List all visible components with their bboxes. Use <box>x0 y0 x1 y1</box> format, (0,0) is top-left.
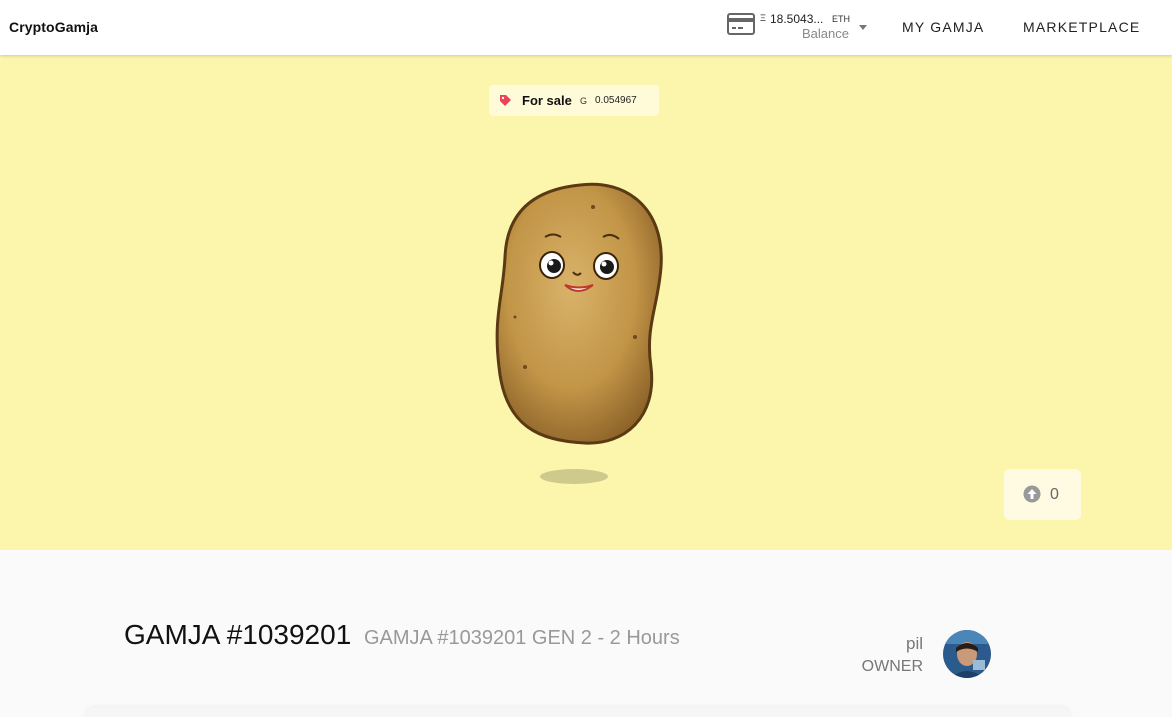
upvote-count: 0 <box>1050 486 1059 503</box>
gamja-currency-symbol: G <box>580 96 588 106</box>
balance-label: Balance <box>802 26 849 41</box>
upvote-button[interactable]: 0 <box>1004 469 1081 520</box>
tag-icon <box>500 95 511 106</box>
nav-marketplace-button[interactable]: MARKETPLACE <box>1023 19 1140 35</box>
balance-amount: 18.5043... <box>770 12 824 26</box>
balance-unit: ETH <box>832 14 850 24</box>
caret-down-icon <box>859 25 867 30</box>
gamja-hero: For sale G 0.054967 0 <box>0 55 1172 550</box>
sale-price: 0.054967 <box>595 95 637 106</box>
gamja-details: GAMJA #1039201 GAMJA #1039201 GEN 2 - 2 … <box>0 550 1172 717</box>
owner-name[interactable]: pil <box>906 634 923 654</box>
balance-dropdown[interactable]: Ξ 18.5043... ETH Balance <box>727 10 869 44</box>
owner-label: OWNER <box>861 658 923 675</box>
avatar-image <box>943 630 991 678</box>
gamja-subtitle: GAMJA #1039201 GEN 2 - 2 Hours <box>364 627 680 649</box>
potato-character-image <box>495 182 663 445</box>
app-logo[interactable]: CryptoGamja <box>9 19 98 35</box>
detail-card <box>86 708 1070 717</box>
potato-shadow <box>540 469 608 484</box>
top-app-bar: CryptoGamja Ξ 18.5043... ETH Balance MY … <box>0 0 1172 55</box>
gamja-title: GAMJA #1039201 <box>124 619 352 650</box>
for-sale-label: For sale <box>522 93 572 108</box>
for-sale-chip[interactable]: For sale G 0.054967 <box>489 85 659 116</box>
owner-avatar[interactable] <box>943 630 991 678</box>
arrow-up-circle-icon <box>1023 485 1041 503</box>
eth-symbol: Ξ <box>760 13 766 23</box>
credit-card-icon <box>727 13 755 35</box>
nav-my-gamja-button[interactable]: MY GAMJA <box>902 19 984 35</box>
